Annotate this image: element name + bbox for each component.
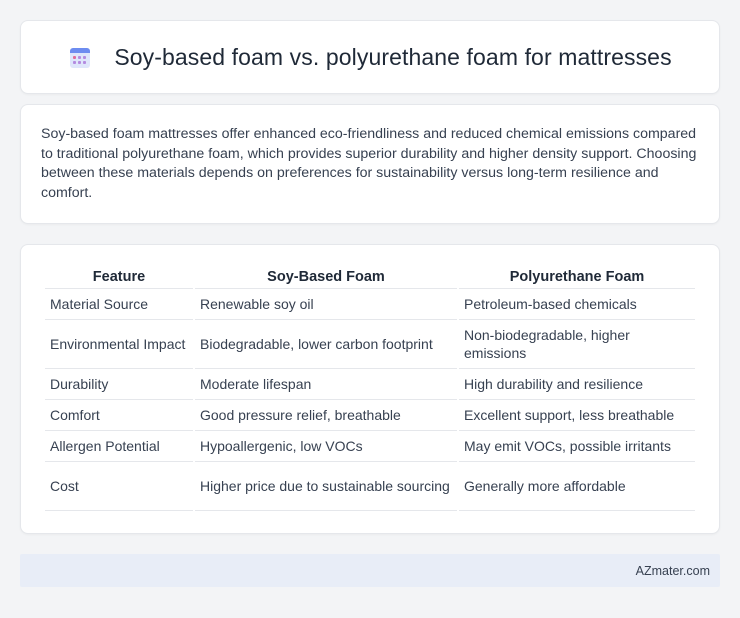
table-row: Environmental Impact Biodegradable, lowe… [45, 320, 695, 369]
table-row: Comfort Good pressure relief, breathable… [45, 400, 695, 431]
header-soy-based-foam: Soy-Based Foam [195, 265, 457, 289]
feature-cell: Cost [45, 462, 193, 511]
feature-cell: Durability [45, 369, 193, 400]
table-row: Durability Moderate lifespan High durabi… [45, 369, 695, 400]
summary-paragraph: Soy-based foam mattresses offer enhanced… [41, 126, 697, 201]
header-polyurethane-foam: Polyurethane Foam [459, 265, 695, 289]
comparison-table: Feature Soy-Based Foam Polyurethane Foam… [43, 265, 697, 511]
polyurethane-cell: May emit VOCs, possible irritants [459, 431, 695, 462]
feature-cell: Allergen Potential [45, 431, 193, 462]
table-row: Cost Higher price due to sustainable sou… [45, 462, 695, 511]
polyurethane-cell: Petroleum-based chemicals [459, 289, 695, 320]
title-card: Soy-based foam vs. polyurethane foam for… [20, 20, 720, 94]
table-row: Material Source Renewable soy oil Petrol… [45, 289, 695, 320]
table-row: Allergen Potential Hypoallergenic, low V… [45, 431, 695, 462]
comparison-card: Feature Soy-Based Foam Polyurethane Foam… [20, 244, 720, 534]
page-title: Soy-based foam vs. polyurethane foam for… [114, 43, 672, 70]
footer-bar: AZmater.com [20, 554, 720, 587]
soy-cell: Renewable soy oil [195, 289, 457, 320]
soy-cell: Hypoallergenic, low VOCs [195, 431, 457, 462]
polyurethane-cell: Generally more affordable [459, 462, 695, 511]
polyurethane-cell: Excellent support, less breathable [459, 400, 695, 431]
footer-brand: AZmater.com [635, 563, 710, 578]
polyurethane-cell: Non-biodegradable, higher emissions [459, 320, 695, 369]
summary-card: Soy-based foam mattresses offer enhanced… [20, 104, 720, 224]
soy-cell: Good pressure relief, breathable [195, 400, 457, 431]
header-feature: Feature [45, 265, 193, 289]
calendar-icon [68, 45, 92, 69]
soy-cell: Biodegradable, lower carbon footprint [195, 320, 457, 369]
feature-cell: Comfort [45, 400, 193, 431]
polyurethane-cell: High durability and resilience [459, 369, 695, 400]
soy-cell: Moderate lifespan [195, 369, 457, 400]
table-header-row: Feature Soy-Based Foam Polyurethane Foam [45, 265, 695, 289]
feature-cell: Material Source [45, 289, 193, 320]
soy-cell: Higher price due to sustainable sourcing [195, 462, 457, 511]
feature-cell: Environmental Impact [45, 320, 193, 369]
